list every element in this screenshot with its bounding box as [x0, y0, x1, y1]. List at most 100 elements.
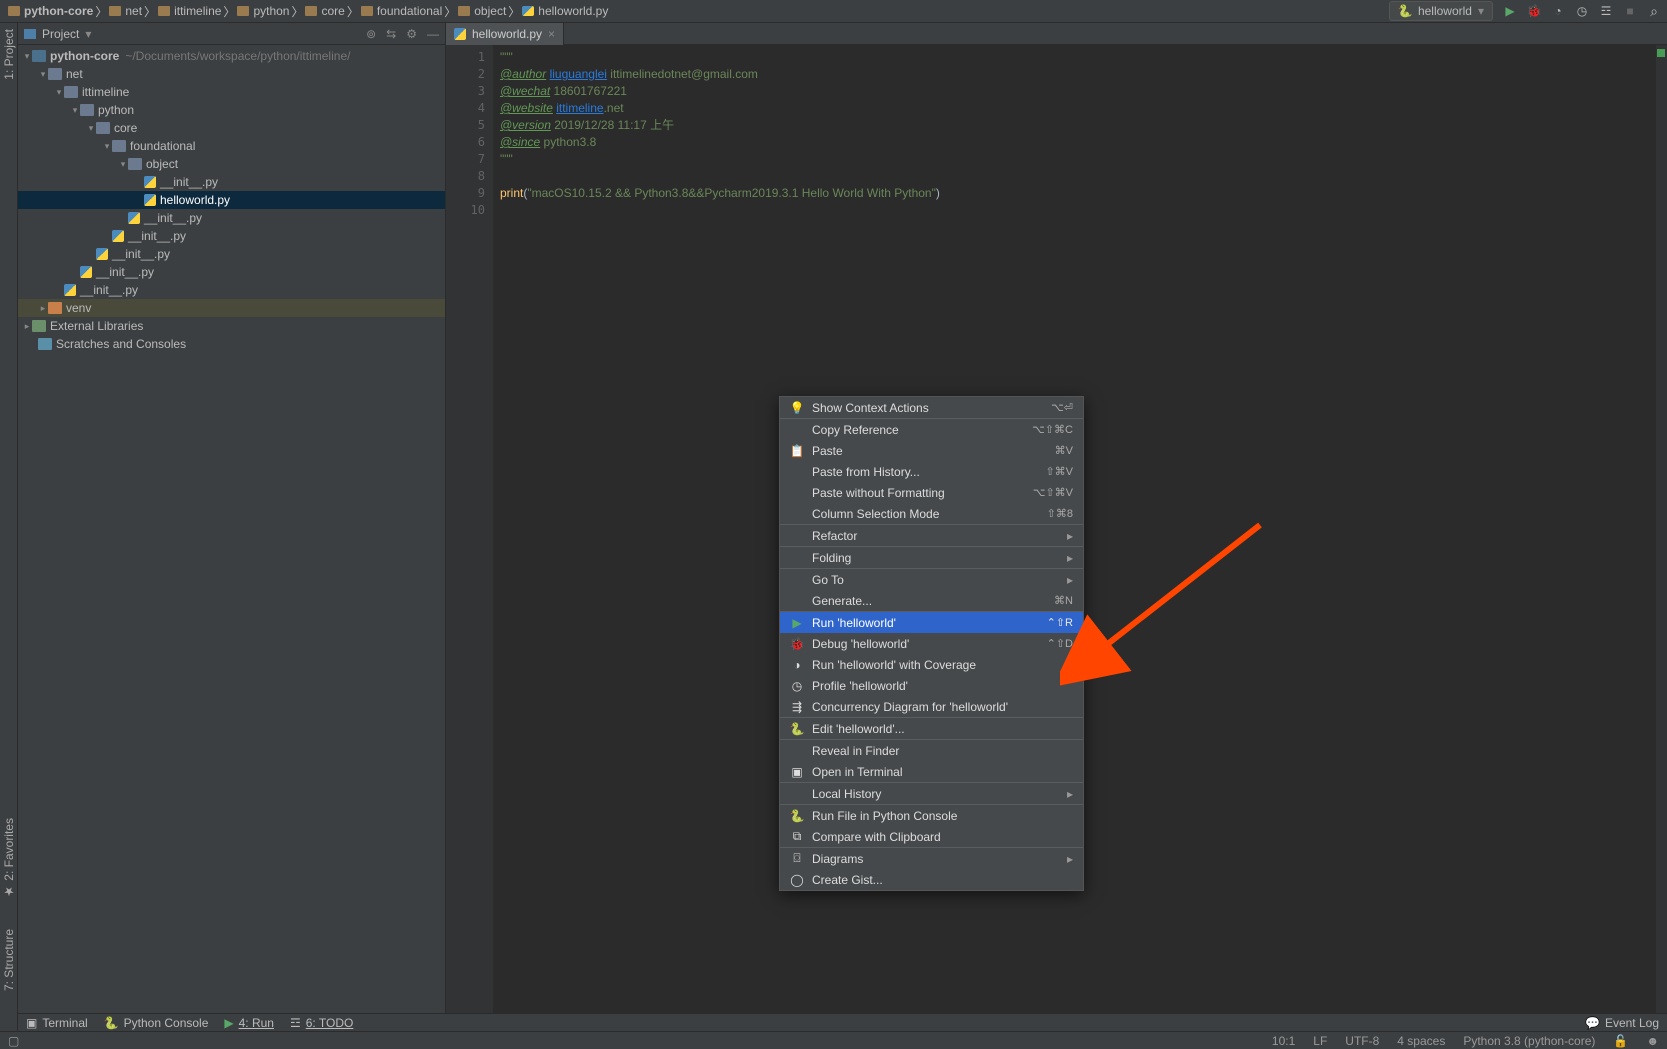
context-menu: 💡Show Context Actions⌥⏎Copy Reference⌥⇧⌘… [779, 396, 1084, 891]
rail-project[interactable]: 1: Project [2, 29, 16, 80]
coverage-button[interactable]: ◔ [1551, 4, 1565, 18]
tree-file[interactable]: __init__.py [18, 209, 445, 227]
status-encoding[interactable]: UTF-8 [1345, 1034, 1379, 1048]
todo-tab[interactable]: ☲6: TODO [290, 1016, 353, 1030]
menu-item[interactable]: Folding▸ [780, 547, 1083, 568]
run-icon: ▶ [224, 1016, 233, 1030]
locate-button[interactable]: ⊚ [366, 27, 376, 41]
run-button[interactable]: ▶ [1503, 4, 1517, 18]
tree-file-selected[interactable]: helloworld.py [18, 191, 445, 209]
python-file-icon [80, 266, 92, 278]
menu-item[interactable]: Go To▸ [780, 569, 1083, 590]
menu-item-label: Paste [812, 444, 1047, 458]
tree-file[interactable]: __init__.py [18, 245, 445, 263]
python-console-tab[interactable]: 🐍Python Console [104, 1016, 209, 1030]
menu-item-label: Local History [812, 787, 1059, 801]
python-file-icon [144, 176, 156, 188]
rail-favorites[interactable]: ★2: Favorites [2, 818, 16, 899]
menu-item[interactable]: Paste from History...⇧⌘V [780, 461, 1083, 482]
tree-file[interactable]: __init__.py [18, 227, 445, 245]
status-eol[interactable]: LF [1313, 1034, 1327, 1048]
quick-access-icon[interactable]: ▢ [8, 1034, 19, 1048]
event-log-tab[interactable]: 💬Event Log [1585, 1016, 1659, 1030]
menu-item[interactable]: ⌼Diagrams▸ [780, 848, 1083, 869]
status-position[interactable]: 10:1 [1272, 1034, 1295, 1048]
terminal-tab[interactable]: ▣Terminal [26, 1016, 88, 1030]
menu-item[interactable]: 📋Paste⌘V [780, 440, 1083, 461]
menu-item[interactable]: ◑Run 'helloworld' with Coverage [780, 654, 1083, 675]
gear-icon[interactable]: ⚙ [406, 27, 417, 41]
menu-item[interactable]: Paste without Formatting⌥⇧⌘V [780, 482, 1083, 503]
breadcrumb-item[interactable]: foundational [359, 4, 444, 18]
menu-item[interactable]: Generate...⌘N [780, 590, 1083, 611]
python-file-icon [128, 212, 140, 224]
tree-scratches[interactable]: Scratches and Consoles [18, 335, 445, 353]
profile-button[interactable]: ◷ [1575, 4, 1589, 18]
menu-item[interactable]: Copy Reference⌥⇧⌘C [780, 419, 1083, 440]
tree-venv[interactable]: ▸venv [18, 299, 445, 317]
breadcrumb-bar: python-core〉net〉ittimeline〉python〉core〉f… [0, 0, 1667, 23]
diag-icon: ⌼ [790, 851, 804, 866]
menu-item[interactable]: ◯Create Gist... [780, 869, 1083, 890]
rail-structure[interactable]: 7: Structure [2, 929, 16, 991]
py-icon: 🐍 [790, 722, 804, 736]
menu-item[interactable]: 🐍Run File in Python Console [780, 805, 1083, 826]
error-stripe[interactable] [1655, 45, 1667, 1013]
chevron-down-icon[interactable]: ▾ [85, 27, 91, 41]
menu-item[interactable]: ▶Run 'helloworld'⌃⇧R [780, 612, 1083, 633]
lock-icon[interactable]: 🔓 [1613, 1034, 1628, 1048]
folder-icon [109, 6, 121, 16]
breadcrumb-item[interactable]: core [303, 4, 346, 18]
left-tool-rail: 1: Project ★2: Favorites 7: Structure [0, 23, 18, 1031]
run-config-selector[interactable]: 🐍 helloworld ▾ [1389, 1, 1493, 21]
breadcrumb-item[interactable]: python-core [6, 4, 95, 18]
hector-icon[interactable]: ☻ [1646, 1034, 1659, 1048]
submenu-arrow-icon: ▸ [1067, 787, 1073, 801]
breadcrumb-item[interactable]: ittimeline [156, 4, 223, 18]
menu-item[interactable]: 🐍Edit 'helloworld'... [780, 718, 1083, 739]
breadcrumb-item[interactable]: python [235, 4, 291, 18]
debug-button[interactable]: 🐞 [1527, 4, 1541, 18]
status-indent[interactable]: 4 spaces [1397, 1034, 1445, 1048]
menu-item[interactable]: ⧉Compare with Clipboard [780, 826, 1083, 847]
attach-button[interactable]: ☲ [1599, 4, 1613, 18]
python-icon: 🐍 [1398, 4, 1412, 18]
tree-file[interactable]: __init__.py [18, 281, 445, 299]
python-file-icon [112, 230, 124, 242]
menu-item[interactable]: Local History ▸ [780, 783, 1083, 804]
menu-item[interactable]: ⇶Concurrency Diagram for 'helloworld' [780, 696, 1083, 717]
menu-item[interactable]: Reveal in Finder [780, 740, 1083, 761]
menu-shortcut: ⌘V [1055, 444, 1073, 457]
breadcrumb-item[interactable]: helloworld.py [520, 4, 610, 18]
stop-button[interactable]: ■ [1623, 4, 1637, 18]
editor-tab[interactable]: helloworld.py × [446, 23, 564, 45]
tree-file[interactable]: __init__.py [18, 263, 445, 281]
close-icon[interactable]: × [548, 27, 555, 41]
menu-item-label: Generate... [812, 594, 1046, 608]
run-tab[interactable]: ▶4: Run [224, 1016, 274, 1030]
menu-item-label: Open in Terminal [812, 765, 1073, 779]
breadcrumb-item[interactable]: object [456, 4, 508, 18]
menu-item-label: Paste without Formatting [812, 486, 1025, 500]
project-title: Project [42, 27, 79, 41]
breadcrumb-item[interactable]: net [107, 4, 144, 18]
menu-item[interactable]: Column Selection Mode⇧⌘8 [780, 503, 1083, 524]
menu-item[interactable]: ◷Profile 'helloworld' [780, 675, 1083, 696]
project-tree[interactable]: ▾python-core~/Documents/workspace/python… [18, 45, 445, 1013]
tree-external-libraries[interactable]: ▸External Libraries [18, 317, 445, 335]
bulb-icon: 💡 [790, 401, 804, 415]
menu-item[interactable]: 💡Show Context Actions⌥⏎ [780, 397, 1083, 418]
menu-item[interactable]: 🐞Debug 'helloworld'⌃⇧D [780, 633, 1083, 654]
menu-shortcut: ⇧⌘8 [1047, 507, 1073, 520]
menu-item[interactable]: ▣Open in Terminal [780, 761, 1083, 782]
hide-button[interactable]: — [427, 27, 439, 41]
tree-file[interactable]: __init__.py [18, 173, 445, 191]
menu-shortcut: ⌃⇧R [1047, 616, 1073, 629]
todo-icon: ☲ [290, 1016, 301, 1030]
breadcrumb[interactable]: python-core〉net〉ittimeline〉python〉core〉f… [6, 3, 610, 20]
expand-button[interactable]: ⇆ [386, 27, 396, 41]
status-interpreter[interactable]: Python 3.8 (python-core) [1463, 1034, 1595, 1048]
search-button[interactable]: ⌕ [1647, 4, 1661, 18]
menu-item[interactable]: Refactor▸ [780, 525, 1083, 546]
gutter: 12345678910 [446, 45, 494, 1013]
